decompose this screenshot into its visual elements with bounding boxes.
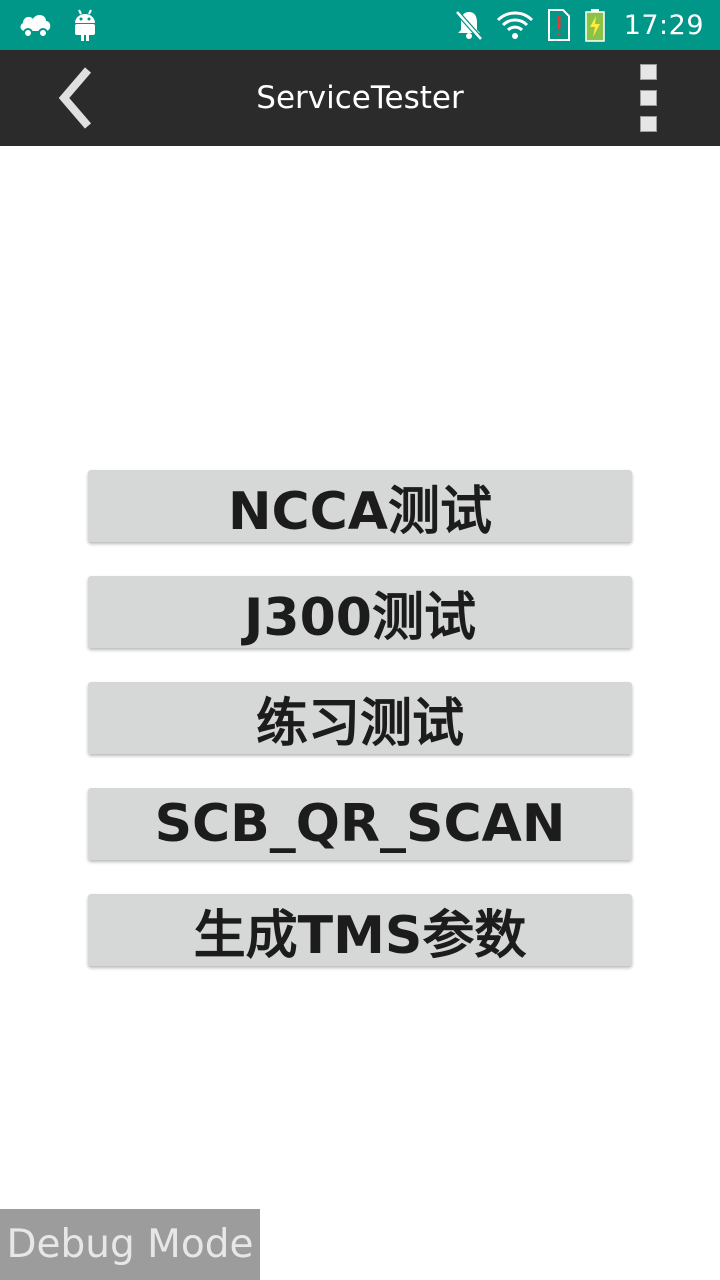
- sim-alert-icon: [546, 8, 572, 42]
- battery-charging-icon: [584, 8, 606, 42]
- ncca-test-button[interactable]: NCCA测试: [88, 470, 632, 542]
- generate-tms-params-button[interactable]: 生成TMS参数: [88, 894, 632, 966]
- android-icon: [72, 8, 98, 42]
- status-bar: 17:29: [0, 0, 720, 50]
- clock: 17:29: [623, 9, 704, 41]
- notifications-off-icon: [454, 9, 484, 41]
- button-list: NCCA测试 J300测试 练习测试 SCB_QR_SCAN 生成TMS参数: [88, 470, 632, 1000]
- wifi-icon: [496, 9, 534, 41]
- screen: 17:29 ServiceTester NCCA测试 J300测试 练习测试 S…: [0, 0, 720, 1280]
- overflow-menu-icon: [639, 64, 657, 80]
- cloud-car-icon: [18, 11, 52, 39]
- status-right-icons: 17:29: [454, 6, 704, 44]
- overflow-menu-icon: [639, 116, 657, 132]
- status-left-icons: [18, 8, 98, 42]
- overflow-menu-button[interactable]: [632, 64, 664, 132]
- debug-mode-label: Debug Mode: [0, 1209, 260, 1280]
- scb-qr-scan-button[interactable]: SCB_QR_SCAN: [88, 788, 632, 860]
- practice-test-button[interactable]: 练习测试: [88, 682, 632, 754]
- back-button[interactable]: [40, 58, 112, 138]
- chevron-left-icon: [56, 66, 96, 130]
- overflow-menu-icon: [639, 90, 657, 106]
- app-bar: ServiceTester: [0, 50, 720, 146]
- j300-test-button[interactable]: J300测试: [88, 576, 632, 648]
